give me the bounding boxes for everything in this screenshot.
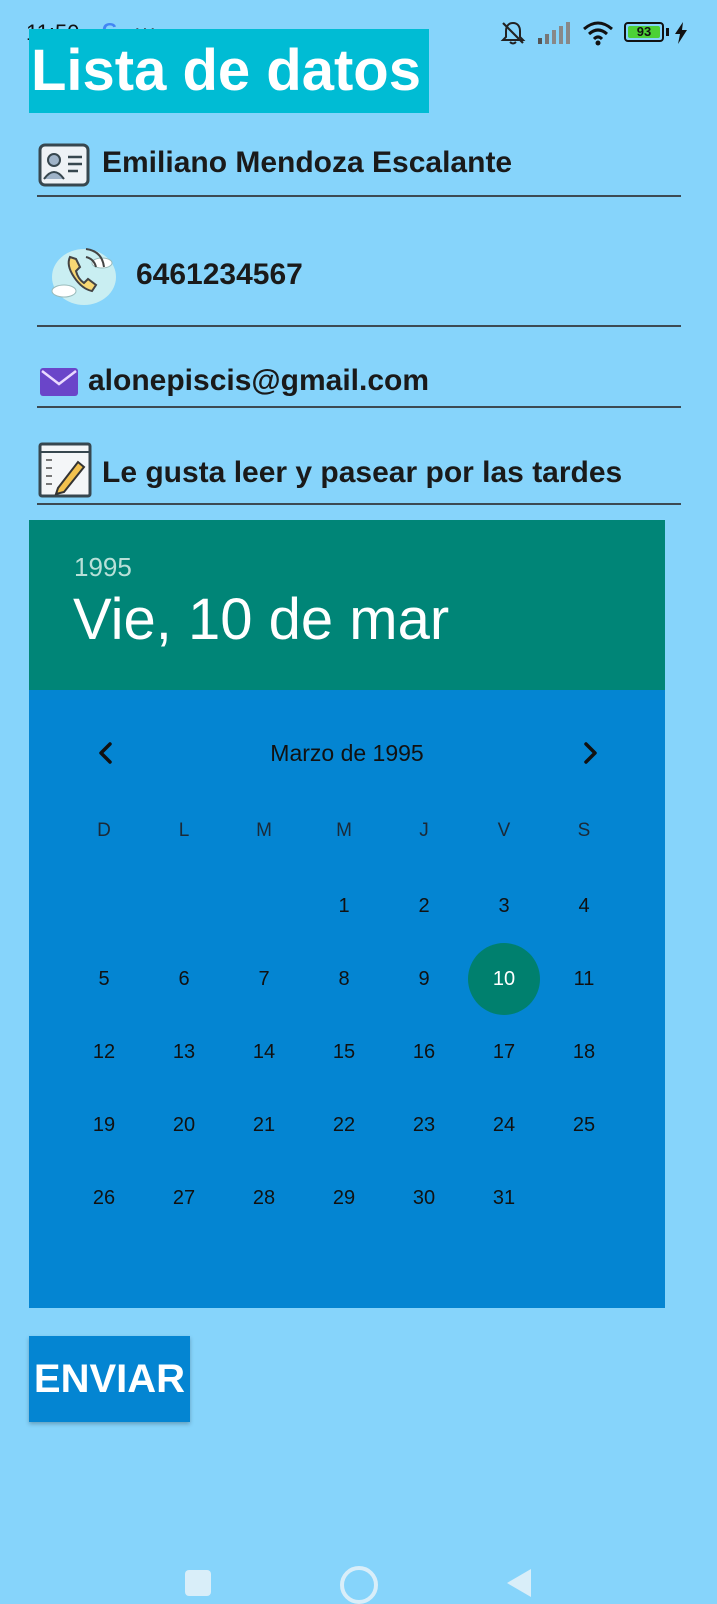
calendar-grid: Marzo de 1995 DLMMJVS 1 2 3 4 5 6 7 8 9 10 11 12 13 1…	[29, 690, 665, 1308]
calendar-day[interactable]: 27	[148, 1162, 220, 1234]
calendar-day[interactable]: 1	[308, 870, 380, 942]
weekday-header: V	[497, 820, 511, 841]
calendar-day[interactable]: 22	[308, 1089, 380, 1161]
wifi-icon	[583, 21, 613, 46]
calendar-day[interactable]: 9	[388, 943, 460, 1015]
weekday-header: L	[178, 820, 190, 841]
weekday-header: J	[419, 820, 429, 841]
id-card-icon	[38, 143, 90, 187]
calendar-day[interactable]: 3	[468, 870, 540, 942]
calendar-day[interactable]: 12	[68, 1016, 140, 1088]
calendar-day[interactable]: 29	[308, 1162, 380, 1234]
calendar-day[interactable]: 25	[548, 1089, 620, 1161]
selected-date-label: Vie, 10 de mar	[73, 587, 450, 652]
calendar-day[interactable]: 7	[228, 943, 300, 1015]
calendar-day[interactable]: 16	[388, 1016, 460, 1088]
signal-icon	[538, 22, 570, 44]
calendar-day[interactable]: 6	[148, 943, 220, 1015]
calendar-day[interactable]: 4	[548, 870, 620, 942]
weekday-header: D	[97, 820, 111, 841]
calendar-day[interactable]: 8	[308, 943, 380, 1015]
calendar-day[interactable]: 26	[68, 1162, 140, 1234]
calendar-day[interactable]: 5	[68, 943, 140, 1015]
weekday-header: M	[256, 820, 272, 841]
envelope-icon	[40, 368, 78, 396]
date-picker-header: 1995 Vie, 10 de mar	[29, 520, 665, 690]
calendar-day[interactable]: 19	[68, 1089, 140, 1161]
weekday-header: M	[336, 820, 352, 841]
back-icon[interactable]	[505, 1567, 533, 1599]
calendar-day[interactable]: 21	[228, 1089, 300, 1161]
recent-apps-icon[interactable]	[185, 1570, 211, 1596]
calendar-day[interactable]: 20	[148, 1089, 220, 1161]
calendar-day[interactable]: 17	[468, 1016, 540, 1088]
mute-bell-icon	[500, 21, 526, 45]
phone-icon	[51, 248, 116, 305]
calendar-day[interactable]: 31	[468, 1162, 540, 1234]
calendar-day[interactable]: 14	[228, 1016, 300, 1088]
calendar-day[interactable]: 2	[388, 870, 460, 942]
calendar-day[interactable]: 11	[548, 943, 620, 1015]
next-month-icon[interactable]	[573, 736, 607, 770]
email-field[interactable]: alonepiscis@gmail.com	[88, 364, 429, 398]
calendar-day[interactable]: 30	[388, 1162, 460, 1234]
title-banner: Lista de datos	[29, 29, 429, 113]
selected-day[interactable]: 10	[468, 943, 540, 1015]
name-underline	[37, 195, 681, 197]
page-title: Lista de datos	[31, 38, 421, 103]
year-selector[interactable]: 1995	[74, 552, 132, 583]
month-label: Marzo de 1995	[270, 740, 424, 766]
calendar-day[interactable]: 28	[228, 1162, 300, 1234]
battery-level: 93	[636, 24, 652, 39]
weekday-header: S	[577, 820, 591, 841]
calendar-day[interactable]: 18	[548, 1016, 620, 1088]
notepad-icon	[38, 442, 92, 498]
charging-icon	[675, 22, 687, 44]
calendar-day[interactable]: 24	[468, 1089, 540, 1161]
notes-underline	[37, 503, 681, 505]
phone-underline	[37, 325, 681, 327]
battery-icon: 93	[624, 22, 664, 42]
calendar-day[interactable]: 13	[148, 1016, 220, 1088]
email-underline	[37, 406, 681, 408]
calendar-day[interactable]: 15	[308, 1016, 380, 1088]
calendar-day[interactable]: 23	[388, 1089, 460, 1161]
notes-field[interactable]: Le gusta leer y pasear por las tardes	[102, 456, 622, 490]
send-button[interactable]: ENVIAR	[29, 1336, 190, 1422]
phone-field[interactable]: 6461234567	[136, 258, 303, 292]
name-field[interactable]: Emiliano Mendoza Escalante	[102, 146, 512, 180]
home-icon[interactable]	[340, 1566, 378, 1604]
